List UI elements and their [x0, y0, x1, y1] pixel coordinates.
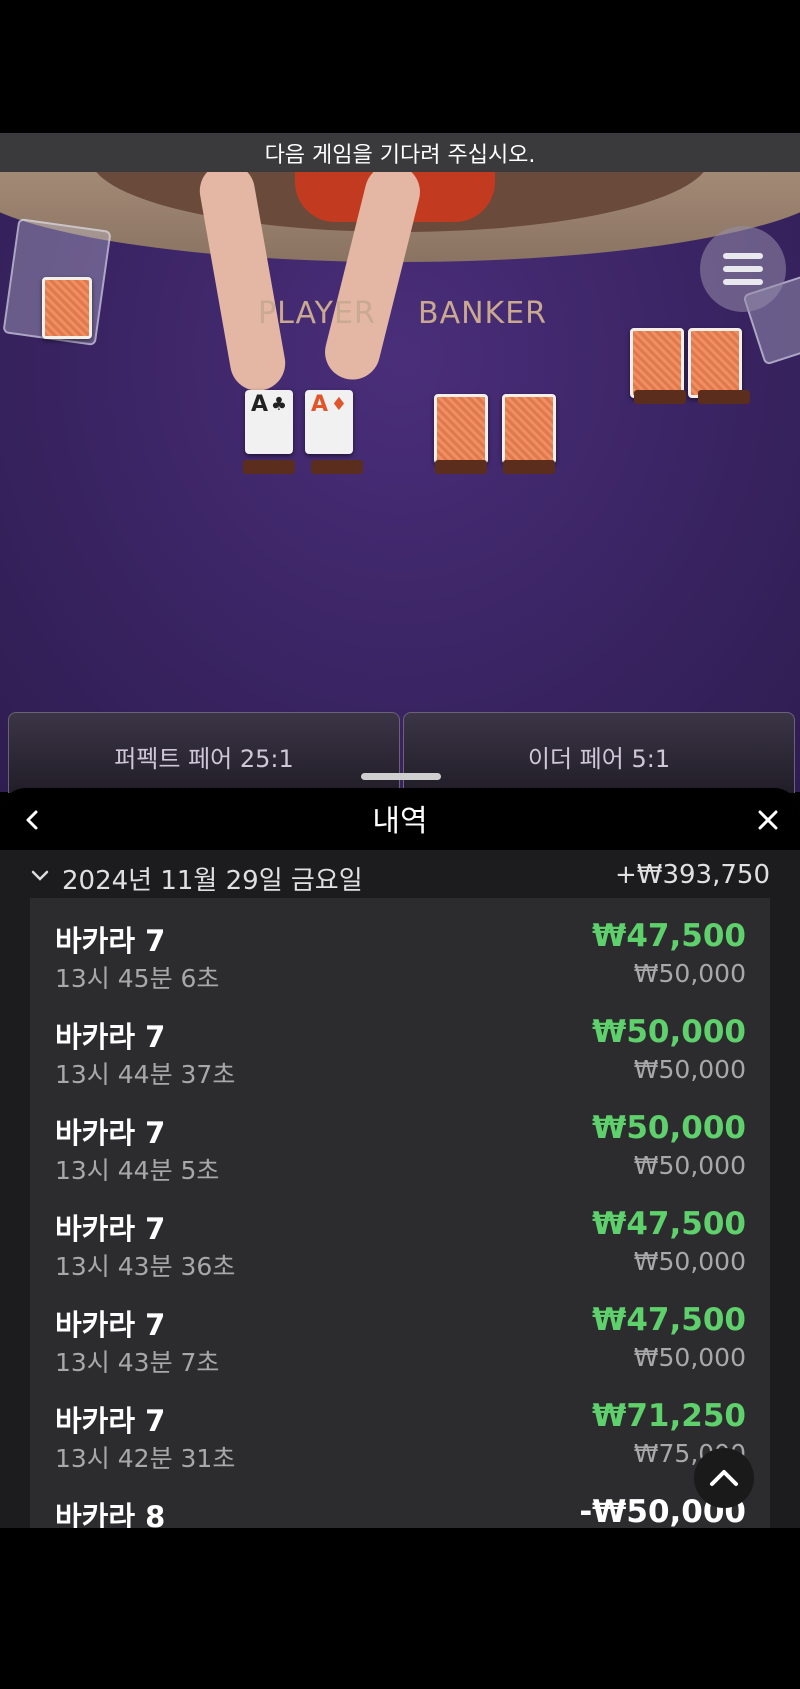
bet-label: 퍼펙트 페어 [114, 745, 233, 773]
chevron-down-icon [30, 860, 50, 892]
history-item[interactable]: 바카라 7 13시 43분 36초 ₩47,500 ₩50,000 [30, 1186, 770, 1282]
history-item[interactable]: 바카라 7 13시 44분 5초 ₩50,000 ₩50,000 [30, 1090, 770, 1186]
history-result: ₩71,250 [592, 1398, 746, 1434]
history-sheet: 내역 2024년 11월 29일 금요일 +₩393,750 바카라 7 13시… [0, 788, 800, 1528]
player-label: PLAYER [258, 296, 376, 331]
history-header: 내역 [0, 788, 800, 850]
history-item[interactable]: 바카라 7 13시 45분 6초 ₩47,500 ₩50,000 [30, 898, 770, 994]
card-shelf [634, 390, 686, 404]
history-list: 바카라 7 13시 45분 6초 ₩47,500 ₩50,000 바카라 7 1… [30, 898, 770, 1528]
bet-label: 이더 페어 [527, 745, 624, 773]
bet-odds: 5:1 [631, 745, 671, 773]
extra-card-back [630, 328, 684, 398]
history-item[interactable]: 바카라 7 13시 42분 31초 ₩71,250 ₩75,000 [30, 1378, 770, 1474]
banker-label: BANKER [418, 296, 548, 331]
card-shelf [435, 460, 487, 474]
history-time: 13시 43분 36초 [55, 1252, 236, 1281]
card-shelf [243, 460, 295, 474]
history-game: 바카라 7 [55, 1308, 166, 1342]
history-game: 바카라 7 [55, 1212, 166, 1246]
banker-card-back [502, 394, 556, 464]
history-game: 바카라 7 [55, 1020, 166, 1054]
history-stake: ₩50,000 [633, 1055, 746, 1084]
bet-odds: 25:1 [239, 745, 294, 773]
bet-spot-perfect-pair[interactable]: 퍼펙트 페어 25:1 [8, 712, 400, 793]
history-result: ₩50,000 [592, 1110, 746, 1146]
history-game: 바카라 7 [55, 1116, 166, 1150]
history-game: 바카라 7 [55, 924, 166, 958]
date-group-date: 2024년 11월 29일 금요일 [62, 866, 363, 896]
close-icon[interactable] [748, 800, 788, 840]
status-banner-text: 다음 게임을 기다려 주십시오. [264, 142, 536, 168]
history-result: ₩47,500 [592, 918, 746, 954]
history-game: 바카라 7 [55, 1404, 166, 1438]
date-group-header[interactable]: 2024년 11월 29일 금요일 +₩393,750 [0, 856, 800, 900]
bet-spot-either-pair[interactable]: 이더 페어 5:1 [403, 712, 795, 793]
card-shelf [698, 390, 750, 404]
history-result: ₩50,000 [592, 1014, 746, 1050]
history-result: ₩47,500 [592, 1206, 746, 1242]
shoe-card-back [42, 277, 92, 339]
history-stake: ₩50,000 [633, 1343, 746, 1372]
history-item[interactable]: 바카라 8 -₩50,000 [30, 1474, 770, 1528]
hamburger-icon-bar [723, 266, 763, 272]
sheet-drag-handle[interactable] [361, 773, 441, 780]
history-time: 13시 44분 37초 [55, 1060, 236, 1089]
game-table-video: PLAYER BANKER A ♣ A ♦ [0, 172, 800, 792]
banker-card-back [434, 394, 488, 464]
hamburger-icon-bar [723, 253, 763, 259]
history-time: 13시 45분 6초 [55, 964, 220, 993]
history-item[interactable]: 바카라 7 13시 44분 37초 ₩50,000 ₩50,000 [30, 994, 770, 1090]
card-shelf [311, 460, 363, 474]
history-stake: ₩50,000 [633, 959, 746, 988]
menu-button[interactable] [700, 226, 786, 312]
card-shelf [503, 460, 555, 474]
hamburger-icon-bar [723, 279, 763, 285]
bottom-black-area [0, 1528, 800, 1689]
status-banner: 다음 게임을 기다려 주십시오. [0, 133, 800, 172]
history-stake: ₩50,000 [633, 1247, 746, 1276]
history-time: 13시 44분 5초 [55, 1156, 220, 1185]
player-card-2: A ♦ [305, 390, 353, 454]
scroll-to-top-button[interactable] [694, 1448, 754, 1508]
history-game: 바카라 8 [55, 1500, 166, 1528]
history-time: 13시 43분 7초 [55, 1348, 220, 1377]
history-item[interactable]: 바카라 7 13시 43분 7초 ₩47,500 ₩50,000 [30, 1282, 770, 1378]
history-stake: ₩50,000 [633, 1151, 746, 1180]
chevron-up-icon [710, 1470, 738, 1486]
history-result: ₩47,500 [592, 1302, 746, 1338]
top-black-area [0, 0, 800, 133]
player-card-1: A ♣ [245, 390, 293, 454]
history-time: 13시 42분 31초 [55, 1444, 236, 1473]
date-group-total: +₩393,750 [614, 860, 770, 890]
extra-card-back [688, 328, 742, 398]
history-title: 내역 [372, 804, 428, 839]
